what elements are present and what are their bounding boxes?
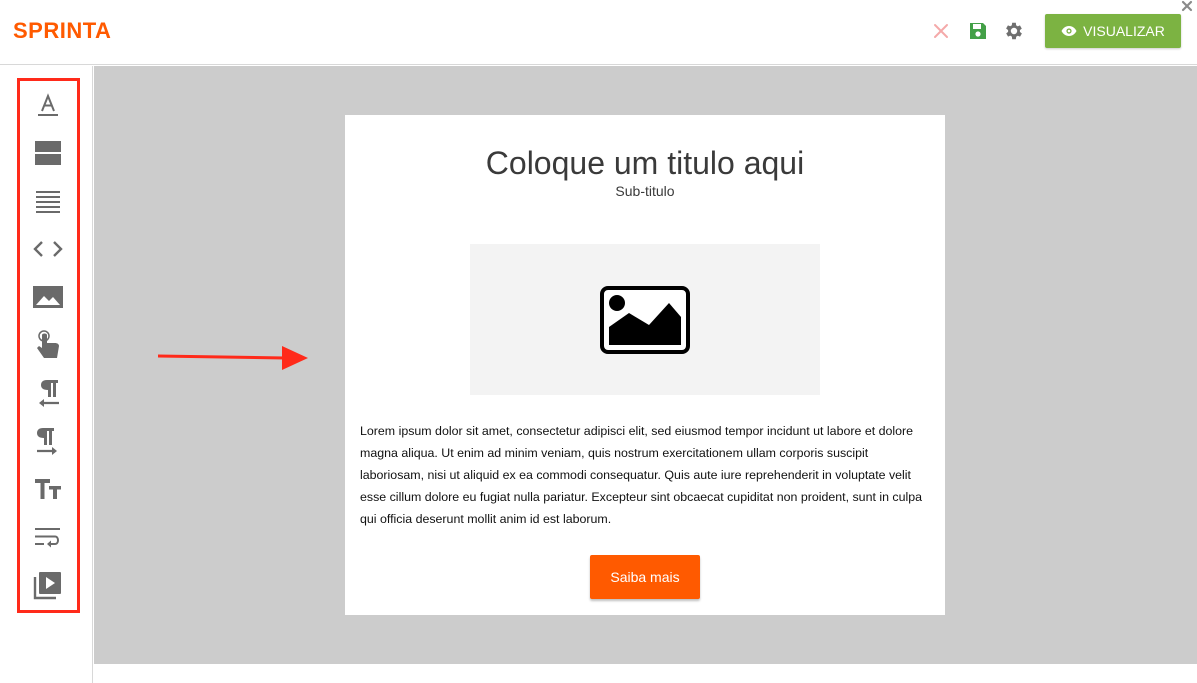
- tool-heading[interactable]: [30, 471, 66, 507]
- visualizar-button[interactable]: VISUALIZAR: [1045, 14, 1181, 48]
- tool-paragraph-rtl[interactable]: [30, 375, 66, 411]
- wrap-text-icon: [35, 528, 60, 548]
- discard-button[interactable]: [930, 20, 952, 42]
- save-icon: [970, 23, 986, 39]
- template-body-text[interactable]: Lorem ipsum dolor sit amet, consectetur …: [360, 420, 930, 530]
- touch-button-icon: [37, 330, 59, 358]
- top-bar: SPRINTA VISUALIZAR: [0, 0, 1197, 65]
- tool-paragraph-ltr[interactable]: [30, 423, 66, 459]
- image-placeholder[interactable]: [470, 244, 820, 395]
- sidebar: [0, 66, 93, 683]
- tool-video[interactable]: [30, 567, 66, 603]
- window-close-button[interactable]: [1180, 0, 1196, 14]
- email-template: Coloque um titulo aqui Sub-titulo Lorem …: [345, 115, 945, 615]
- paragraph-ltr-icon: [37, 428, 57, 455]
- template-subtitle[interactable]: Sub-titulo: [345, 183, 945, 199]
- close-icon: [1181, 0, 1193, 12]
- lines-icon: [36, 191, 60, 213]
- code-icon: [33, 241, 63, 257]
- paragraph-rtl-icon: [39, 380, 59, 407]
- tool-divider[interactable]: [30, 183, 66, 219]
- save-button[interactable]: [967, 20, 989, 42]
- tool-layout[interactable]: [30, 135, 66, 171]
- tool-text[interactable]: [30, 87, 66, 123]
- image-icon: [600, 285, 690, 354]
- tool-wrap[interactable]: [30, 519, 66, 555]
- saiba-mais-button[interactable]: Saiba mais: [590, 555, 700, 599]
- annotation-arrow: [158, 346, 308, 370]
- tool-button[interactable]: [30, 327, 66, 363]
- close-icon: [934, 24, 948, 38]
- tools-highlight-box: [17, 78, 80, 613]
- text-size-icon: [35, 479, 61, 499]
- tool-image[interactable]: [30, 279, 66, 315]
- tool-html[interactable]: [30, 231, 66, 267]
- editor-app: SPRINTA VISUALIZAR Coloque um titulo aqu…: [0, 0, 1197, 683]
- eye-icon: [1061, 26, 1077, 36]
- gear-icon: [1006, 22, 1022, 40]
- settings-button[interactable]: [1003, 20, 1025, 42]
- logo: SPRINTA: [13, 18, 112, 43]
- text-icon: [38, 93, 58, 116]
- template-title[interactable]: Coloque um titulo aqui: [345, 145, 945, 182]
- video-library-icon: [33, 572, 61, 600]
- layout-rows-icon: [35, 141, 61, 165]
- visualizar-label: VISUALIZAR: [1083, 23, 1165, 39]
- image-icon: [33, 286, 63, 308]
